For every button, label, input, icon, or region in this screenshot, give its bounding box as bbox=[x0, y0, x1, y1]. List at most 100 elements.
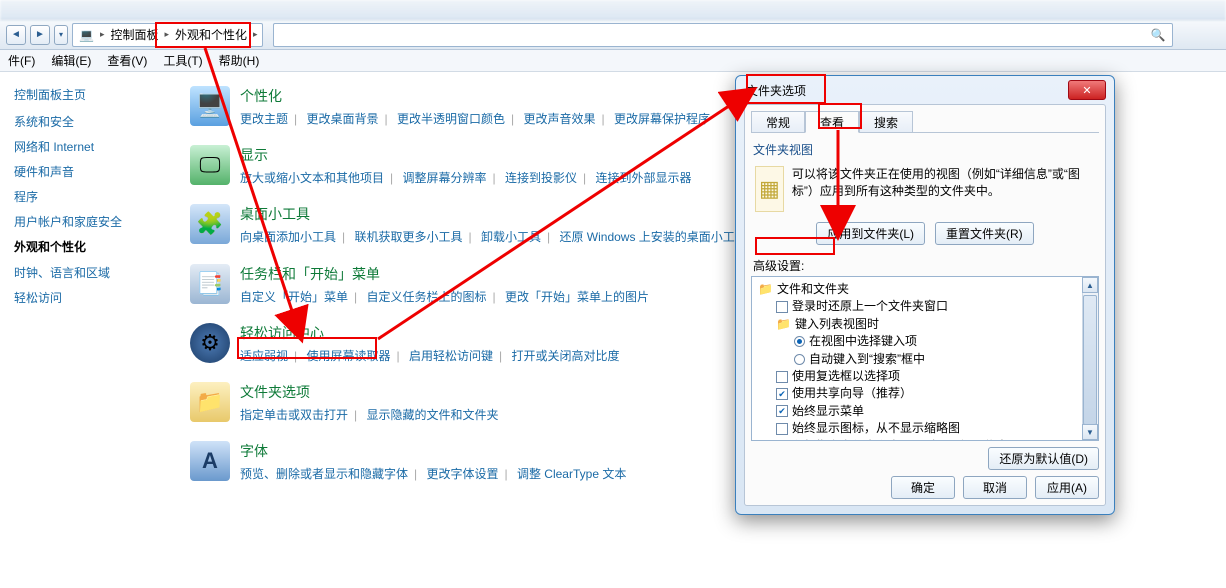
link-window-color[interactable]: 更改半透明窗口颜色 bbox=[397, 112, 505, 126]
category-title-personalization[interactable]: 个性化 bbox=[240, 86, 710, 106]
link-taskbar-icons[interactable]: 自定义任务栏上的图标 bbox=[366, 290, 486, 304]
category-title-display[interactable]: 显示 bbox=[240, 145, 691, 165]
menu-tools[interactable]: 工具(T) bbox=[163, 52, 202, 69]
menu-view[interactable]: 查看(V) bbox=[107, 52, 147, 69]
nav-history-dropdown[interactable]: ▾ bbox=[54, 25, 68, 45]
sidebar-item-hardware[interactable]: 硬件和声音 bbox=[14, 163, 166, 180]
category-links-folder-options: 指定单击或双击打开| 显示隐藏的文件和文件夹 bbox=[240, 406, 499, 425]
sidebar-item-clock[interactable]: 时钟、语言和区域 bbox=[14, 264, 166, 281]
search-input[interactable]: 🔍 bbox=[273, 23, 1173, 47]
sidebar: 控制面板主页 系统和安全 网络和 Internet 硬件和声音 程序 用户帐户和… bbox=[0, 72, 180, 588]
tree-item[interactable]: 登录时还原上一个文件夹窗口 bbox=[758, 298, 1092, 315]
sidebar-item-network[interactable]: 网络和 Internet bbox=[14, 138, 166, 155]
tree-item[interactable]: 始终显示菜单 bbox=[758, 403, 1092, 420]
tree-item[interactable]: 在视图中选择键入项 bbox=[758, 333, 1092, 350]
link-start-picture[interactable]: 更改「开始」菜单上的图片 bbox=[505, 290, 649, 304]
scroll-up-button[interactable]: ▲ bbox=[1082, 277, 1098, 293]
scrollbar-thumb[interactable] bbox=[1083, 295, 1097, 425]
tree-item[interactable]: 鼠标指向文件夹和桌面项时显示提示信息 bbox=[758, 438, 1092, 441]
link-start-menu[interactable]: 自定义「开始」菜单 bbox=[240, 290, 348, 304]
category-title-folder-options[interactable]: 文件夹选项 bbox=[240, 382, 499, 402]
reset-folders-button[interactable]: 重置文件夹(R) bbox=[935, 222, 1034, 245]
folder-view-description: 可以将该文件夹正在使用的视图（例如“详细信息”或“图标”）应用到所有这种类型的文… bbox=[792, 166, 1095, 212]
link-add-gadget[interactable]: 向桌面添加小工具 bbox=[240, 230, 336, 244]
checkbox-icon[interactable] bbox=[776, 440, 788, 441]
link-font-settings[interactable]: 更改字体设置 bbox=[426, 467, 498, 481]
link-screen-reader[interactable]: 使用屏幕读取器 bbox=[306, 349, 390, 363]
folder-options-icon: 📁 bbox=[190, 382, 230, 422]
link-get-gadgets[interactable]: 联机获取更多小工具 bbox=[354, 230, 462, 244]
link-resolution[interactable]: 调整屏幕分辨率 bbox=[402, 171, 486, 185]
nav-forward-button[interactable]: ► bbox=[30, 25, 50, 45]
category-links-gadgets: 向桌面添加小工具| 联机获取更多小工具| 卸载小工具| 还原 Windows 上… bbox=[240, 228, 747, 247]
category-links-display: 放大或缩小文本和其他项目| 调整屏幕分辨率| 连接到投影仪| 连接到外部显示器 bbox=[240, 169, 691, 188]
link-text-size[interactable]: 放大或缩小文本和其他项目 bbox=[240, 171, 384, 185]
tab-general[interactable]: 常规 bbox=[751, 111, 805, 132]
link-ease-keys[interactable]: 启用轻松访问键 bbox=[409, 349, 493, 363]
advanced-settings-tree[interactable]: 📁 文件和文件夹 登录时还原上一个文件夹窗口📁键入列表视图时在视图中选择键入项自… bbox=[751, 276, 1099, 441]
checkbox-icon[interactable] bbox=[776, 405, 788, 417]
link-projector[interactable]: 连接到投影仪 bbox=[505, 171, 577, 185]
apply-to-folders-button[interactable]: 应用到文件夹(L) bbox=[816, 222, 925, 245]
sidebar-item-programs[interactable]: 程序 bbox=[14, 188, 166, 205]
ok-button[interactable]: 确定 bbox=[891, 476, 955, 499]
checkbox-icon[interactable] bbox=[776, 371, 788, 383]
checkbox-icon[interactable] bbox=[776, 388, 788, 400]
tree-item[interactable]: 始终显示图标，从不显示缩略图 bbox=[758, 420, 1092, 437]
category-title-ease-center[interactable]: 轻松访问中心 bbox=[240, 323, 619, 343]
sidebar-item-system[interactable]: 系统和安全 bbox=[14, 113, 166, 130]
link-cleartype[interactable]: 调整 ClearType 文本 bbox=[517, 467, 626, 481]
restore-defaults-button[interactable]: 还原为默认值(D) bbox=[988, 447, 1099, 470]
folder-icon: 📁 bbox=[758, 281, 773, 298]
link-uninstall-gadget[interactable]: 卸载小工具 bbox=[481, 230, 541, 244]
sidebar-home[interactable]: 控制面板主页 bbox=[14, 86, 166, 103]
breadcrumb-computer-icon[interactable]: 💻 bbox=[75, 28, 98, 42]
sidebar-item-ease[interactable]: 轻松访问 bbox=[14, 289, 166, 306]
browser-tab-strip bbox=[0, 0, 1226, 20]
dialog-title: 文件夹选项 bbox=[746, 82, 1068, 99]
chevron-right-icon: ▸ bbox=[163, 29, 172, 40]
dialog-titlebar[interactable]: 文件夹选项 ✕ bbox=[736, 76, 1114, 104]
radio-icon[interactable] bbox=[794, 354, 805, 365]
category-title-gadgets[interactable]: 桌面小工具 bbox=[240, 204, 747, 224]
link-change-theme[interactable]: 更改主题 bbox=[240, 112, 288, 126]
checkbox-icon[interactable] bbox=[776, 423, 788, 435]
nav-back-button[interactable]: ◄ bbox=[6, 25, 26, 45]
category-title-taskbar[interactable]: 任务栏和「开始」菜单 bbox=[240, 264, 649, 284]
link-sound-effects[interactable]: 更改声音效果 bbox=[523, 112, 595, 126]
tree-item[interactable]: 使用复选框以选择项 bbox=[758, 368, 1092, 385]
tree-item-label: 在视图中选择键入项 bbox=[809, 333, 917, 350]
tab-search[interactable]: 搜索 bbox=[859, 111, 913, 132]
tree-item[interactable]: 使用共享向导（推荐） bbox=[758, 385, 1092, 402]
breadcrumb-current[interactable]: 外观和个性化 bbox=[171, 26, 251, 43]
tree-item[interactable]: 自动键入到“搜索”框中 bbox=[758, 351, 1092, 368]
link-click-mode[interactable]: 指定单击或双击打开 bbox=[240, 408, 348, 422]
link-manage-fonts[interactable]: 预览、删除或者显示和隐藏字体 bbox=[240, 467, 408, 481]
radio-icon[interactable] bbox=[794, 336, 805, 347]
link-screensaver[interactable]: 更改屏幕保护程序 bbox=[614, 112, 710, 126]
tree-item-label: 使用复选框以选择项 bbox=[792, 368, 900, 385]
link-high-contrast[interactable]: 打开或关闭高对比度 bbox=[511, 349, 619, 363]
link-low-vision[interactable]: 适应弱视 bbox=[240, 349, 288, 363]
checkbox-icon[interactable] bbox=[776, 301, 788, 313]
scroll-down-button[interactable]: ▼ bbox=[1082, 424, 1098, 440]
menu-file[interactable]: 件(F) bbox=[8, 52, 35, 69]
tree-item-label: 始终显示图标，从不显示缩略图 bbox=[792, 420, 960, 437]
menu-edit[interactable]: 编辑(E) bbox=[51, 52, 91, 69]
link-restore-gadget[interactable]: 还原 Windows 上安装的桌面小工具 bbox=[559, 230, 746, 244]
breadcrumb-root[interactable]: 控制面板 bbox=[106, 26, 162, 43]
folder-view-row: ▦ 可以将该文件夹正在使用的视图（例如“详细信息”或“图标”）应用到所有这种类型… bbox=[751, 162, 1099, 216]
sidebar-item-accounts[interactable]: 用户帐户和家庭安全 bbox=[14, 213, 166, 230]
cancel-button[interactable]: 取消 bbox=[963, 476, 1027, 499]
folder-icon: 📁 bbox=[776, 316, 791, 333]
link-show-hidden[interactable]: 显示隐藏的文件和文件夹 bbox=[366, 408, 498, 422]
menu-help[interactable]: 帮助(H) bbox=[219, 52, 260, 69]
dialog-close-button[interactable]: ✕ bbox=[1068, 80, 1106, 100]
apply-button[interactable]: 应用(A) bbox=[1035, 476, 1099, 499]
category-title-fonts[interactable]: 字体 bbox=[240, 441, 626, 461]
link-desktop-bg[interactable]: 更改桌面背景 bbox=[306, 112, 378, 126]
link-external-display[interactable]: 连接到外部显示器 bbox=[595, 171, 691, 185]
sidebar-item-appearance[interactable]: 外观和个性化 bbox=[14, 240, 86, 254]
chevron-right-icon: ▸ bbox=[98, 29, 107, 40]
tab-view[interactable]: 查看 bbox=[805, 111, 859, 133]
